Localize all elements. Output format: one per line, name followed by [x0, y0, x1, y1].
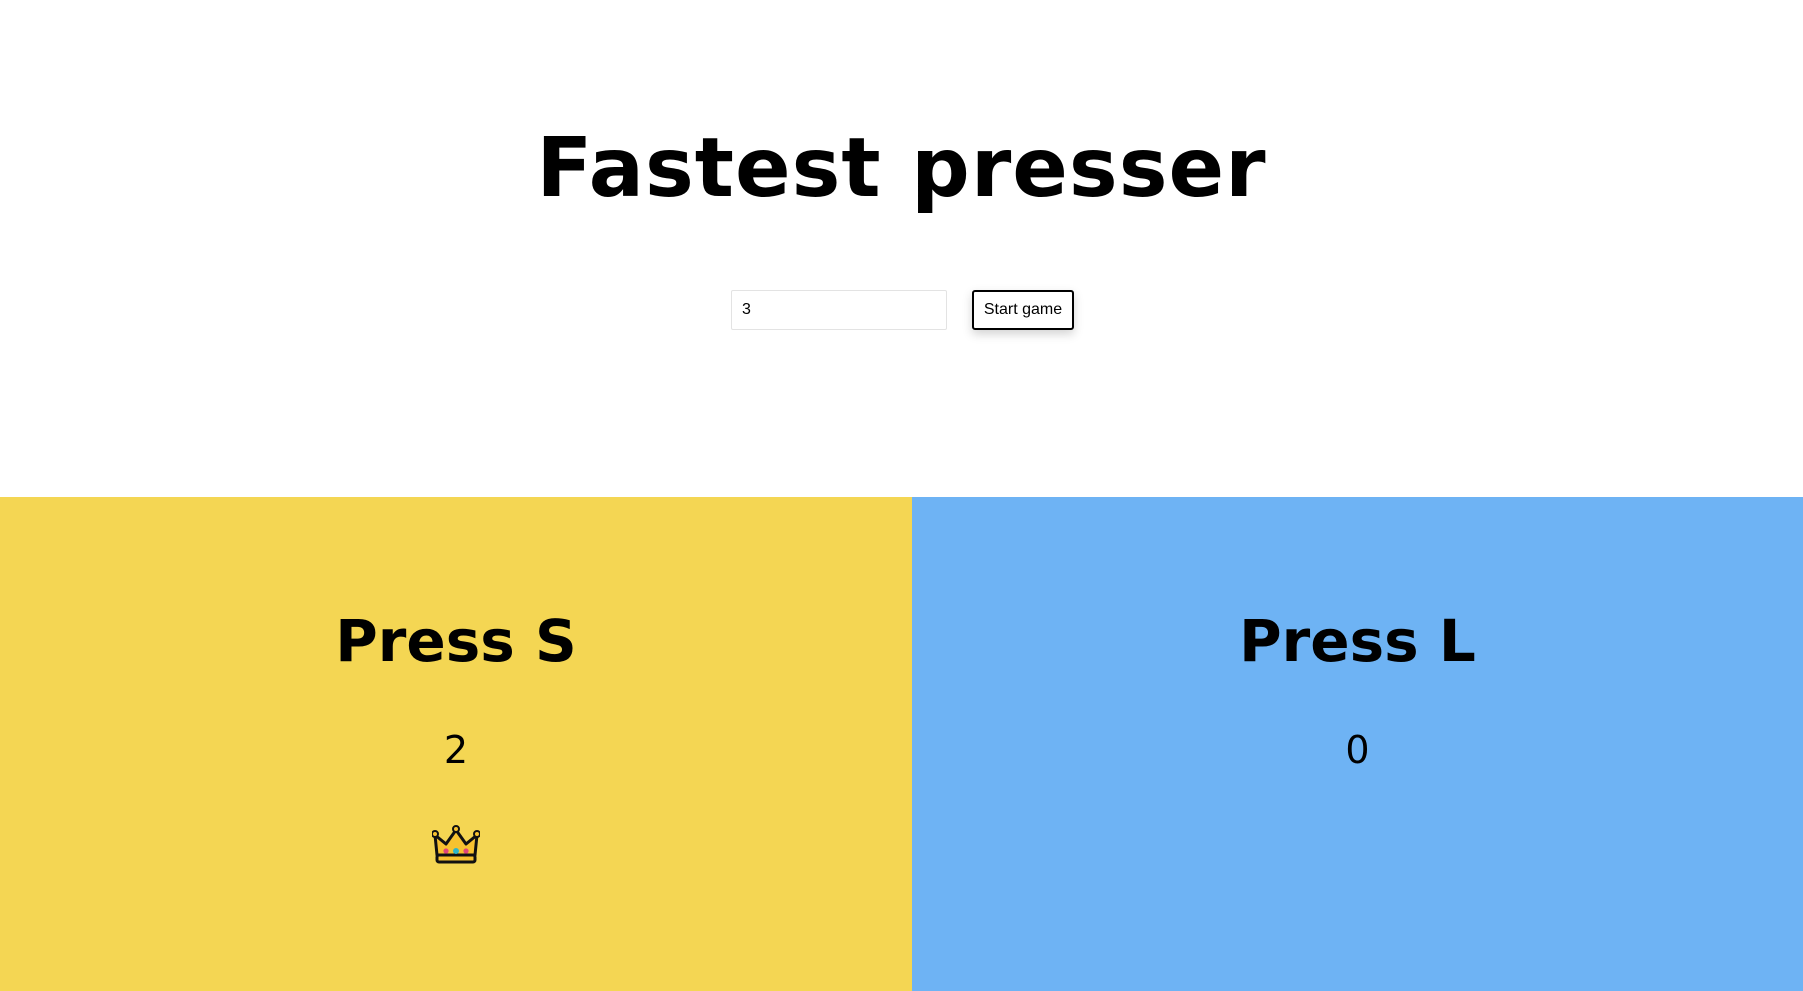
page: Fastest presser Start game Press S 2 Pre…	[0, 0, 1803, 991]
player-panel-l[interactable]: Press L 0	[912, 497, 1803, 991]
rounds-input[interactable]	[731, 290, 947, 330]
player-score: 2	[443, 728, 469, 772]
player-heading: Press S	[335, 607, 577, 675]
player-panel-s[interactable]: Press S 2	[0, 497, 912, 991]
crown-icon	[432, 825, 480, 864]
player-score: 0	[1345, 728, 1370, 772]
page-title: Fastest presser	[536, 121, 1267, 216]
start-game-button[interactable]: Start game	[972, 290, 1074, 330]
game-arena: Press S 2 Press L 0	[0, 497, 1803, 991]
player-heading: Press L	[1239, 607, 1476, 675]
